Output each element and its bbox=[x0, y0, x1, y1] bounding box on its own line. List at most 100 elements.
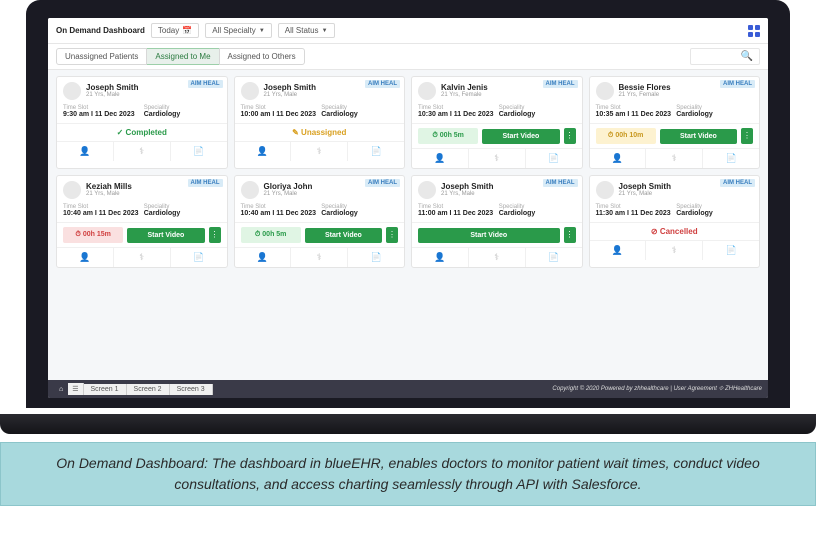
document-icon[interactable]: 📄 bbox=[171, 248, 227, 267]
timeslot-value: 10:35 am I 11 Dec 2023 bbox=[596, 111, 673, 118]
speciality-value: Cardiology bbox=[144, 111, 221, 118]
date-filter[interactable]: Today 📅 bbox=[151, 23, 199, 38]
patient-icon[interactable]: 👤 bbox=[590, 149, 647, 168]
more-button[interactable]: ⋮ bbox=[564, 128, 576, 144]
patient-name: Joseph Smith bbox=[264, 84, 316, 93]
more-button[interactable]: ⋮ bbox=[386, 227, 398, 243]
avatar bbox=[63, 82, 81, 100]
start-video-button[interactable]: Start Video bbox=[660, 129, 737, 144]
home-icon[interactable]: ⌂ bbox=[54, 384, 68, 395]
speciality-value: Cardiology bbox=[321, 111, 398, 118]
avatar bbox=[63, 181, 81, 199]
provider-badge: AIM HEAL bbox=[720, 80, 755, 88]
more-button[interactable]: ⋮ bbox=[564, 227, 576, 243]
patient-icon[interactable]: 👤 bbox=[590, 241, 647, 260]
speciality-value: Cardiology bbox=[676, 210, 753, 217]
calendar-icon: 📅 bbox=[182, 26, 192, 35]
avatar bbox=[241, 82, 259, 100]
page-title: On Demand Dashboard bbox=[56, 26, 145, 35]
patient-icon[interactable]: 👤 bbox=[57, 248, 114, 267]
patient-name: Kalvin Jenis bbox=[441, 84, 488, 93]
patient-icon[interactable]: 👤 bbox=[412, 248, 469, 267]
stethoscope-icon[interactable]: ⚕ bbox=[646, 241, 703, 260]
patient-name: Bessie Flores bbox=[619, 84, 671, 93]
toolbar: On Demand Dashboard Today 📅 All Specialt… bbox=[48, 18, 768, 44]
patient-name: Keziah Mills bbox=[86, 183, 132, 192]
screen-tab-1[interactable]: Screen 1 bbox=[84, 384, 127, 395]
provider-badge: AIM HEAL bbox=[543, 179, 578, 187]
avatar bbox=[418, 82, 436, 100]
appointment-card: Joseph Smith21 Yrs, Male AIM HEAL Time S… bbox=[56, 76, 228, 169]
appointment-card: Joseph Smith21 Yrs, Male AIM HEAL Time S… bbox=[589, 175, 761, 268]
timeslot-value: 9:30 am I 11 Dec 2023 bbox=[63, 111, 140, 118]
more-button[interactable]: ⋮ bbox=[209, 227, 221, 243]
chevron-down-icon: ▼ bbox=[259, 28, 265, 34]
screen-tab-3[interactable]: Screen 3 bbox=[170, 384, 213, 395]
stethoscope-icon[interactable]: ⚕ bbox=[646, 149, 703, 168]
provider-badge: AIM HEAL bbox=[188, 179, 223, 187]
specialty-filter[interactable]: All Specialty ▼ bbox=[205, 23, 272, 38]
menu-icon[interactable]: ☰ bbox=[68, 383, 83, 395]
provider-badge: AIM HEAL bbox=[720, 179, 755, 187]
patient-sub: 21 Yrs, Male bbox=[441, 191, 493, 197]
stethoscope-icon[interactable]: ⚕ bbox=[114, 248, 171, 267]
speciality-value: Cardiology bbox=[144, 210, 221, 217]
document-icon[interactable]: 📄 bbox=[526, 248, 582, 267]
tab-assigned-others[interactable]: Assigned to Others bbox=[219, 48, 305, 65]
start-video-button[interactable]: Start Video bbox=[482, 129, 559, 144]
more-button[interactable]: ⋮ bbox=[741, 128, 753, 144]
document-icon[interactable]: 📄 bbox=[526, 149, 582, 168]
patient-sub: 21 Yrs, Female bbox=[441, 92, 488, 98]
start-video-button[interactable]: Start Video bbox=[305, 228, 382, 243]
stethoscope-icon[interactable]: ⚕ bbox=[469, 149, 526, 168]
start-video-button[interactable]: Start Video bbox=[127, 228, 204, 243]
timeslot-value: 10:30 am I 11 Dec 2023 bbox=[418, 111, 495, 118]
wait-timer: 00h 15m bbox=[63, 227, 123, 243]
avatar bbox=[596, 82, 614, 100]
status-filter[interactable]: All Status ▼ bbox=[278, 23, 335, 38]
stethoscope-icon[interactable]: ⚕ bbox=[469, 248, 526, 267]
appointment-card: Joseph Smith21 Yrs, Male AIM HEAL Time S… bbox=[234, 76, 406, 169]
wait-timer: 00h 5m bbox=[241, 227, 301, 243]
patient-icon[interactable]: 👤 bbox=[235, 248, 292, 267]
stethoscope-icon[interactable]: ⚕ bbox=[114, 142, 171, 161]
provider-badge: AIM HEAL bbox=[188, 80, 223, 88]
timeslot-value: 10:40 am I 11 Dec 2023 bbox=[241, 210, 318, 217]
document-icon[interactable]: 📄 bbox=[171, 142, 227, 161]
screen-tab-2[interactable]: Screen 2 bbox=[127, 384, 170, 395]
tab-unassigned[interactable]: Unassigned Patients bbox=[56, 48, 147, 65]
start-video-button[interactable]: Start Video bbox=[418, 228, 560, 243]
avatar bbox=[241, 181, 259, 199]
patient-name: Joseph Smith bbox=[86, 84, 138, 93]
patient-icon[interactable]: 👤 bbox=[412, 149, 469, 168]
document-icon[interactable]: 📄 bbox=[348, 248, 404, 267]
patient-sub: 21 Yrs, Male bbox=[264, 191, 313, 197]
patient-sub: 21 Yrs, Male bbox=[86, 92, 138, 98]
provider-badge: AIM HEAL bbox=[365, 179, 400, 187]
document-icon[interactable]: 📄 bbox=[703, 241, 759, 260]
patient-sub: 21 Yrs, Male bbox=[86, 191, 132, 197]
speciality-value: Cardiology bbox=[321, 210, 398, 217]
wait-timer: 00h 5m bbox=[418, 128, 478, 144]
stethoscope-icon[interactable]: ⚕ bbox=[291, 248, 348, 267]
appointment-card: Joseph Smith21 Yrs, Male AIM HEAL Time S… bbox=[411, 175, 583, 268]
patient-name: Gloriya John bbox=[264, 183, 313, 192]
patient-icon[interactable]: 👤 bbox=[57, 142, 114, 161]
stethoscope-icon[interactable]: ⚕ bbox=[291, 142, 348, 161]
appointment-card: Keziah Mills21 Yrs, Male AIM HEAL Time S… bbox=[56, 175, 228, 268]
document-icon[interactable]: 📄 bbox=[703, 149, 759, 168]
cards-grid: Joseph Smith21 Yrs, Male AIM HEAL Time S… bbox=[48, 70, 768, 380]
tab-assigned-me[interactable]: Assigned to Me bbox=[147, 48, 218, 65]
appointment-card: Gloriya John21 Yrs, Male AIM HEAL Time S… bbox=[234, 175, 406, 268]
document-icon[interactable]: 📄 bbox=[348, 142, 404, 161]
avatar bbox=[596, 181, 614, 199]
patient-icon[interactable]: 👤 bbox=[235, 142, 292, 161]
patient-name: Joseph Smith bbox=[441, 183, 493, 192]
patient-sub: 21 Yrs, Male bbox=[619, 191, 671, 197]
timeslot-value: 11:00 am I 11 Dec 2023 bbox=[418, 210, 495, 217]
speciality-value: Cardiology bbox=[499, 210, 576, 217]
status-unassigned: Unassigned bbox=[292, 128, 346, 137]
speciality-value: Cardiology bbox=[676, 111, 753, 118]
apps-icon[interactable] bbox=[748, 25, 760, 37]
search-input[interactable]: 🔍 bbox=[690, 48, 760, 65]
